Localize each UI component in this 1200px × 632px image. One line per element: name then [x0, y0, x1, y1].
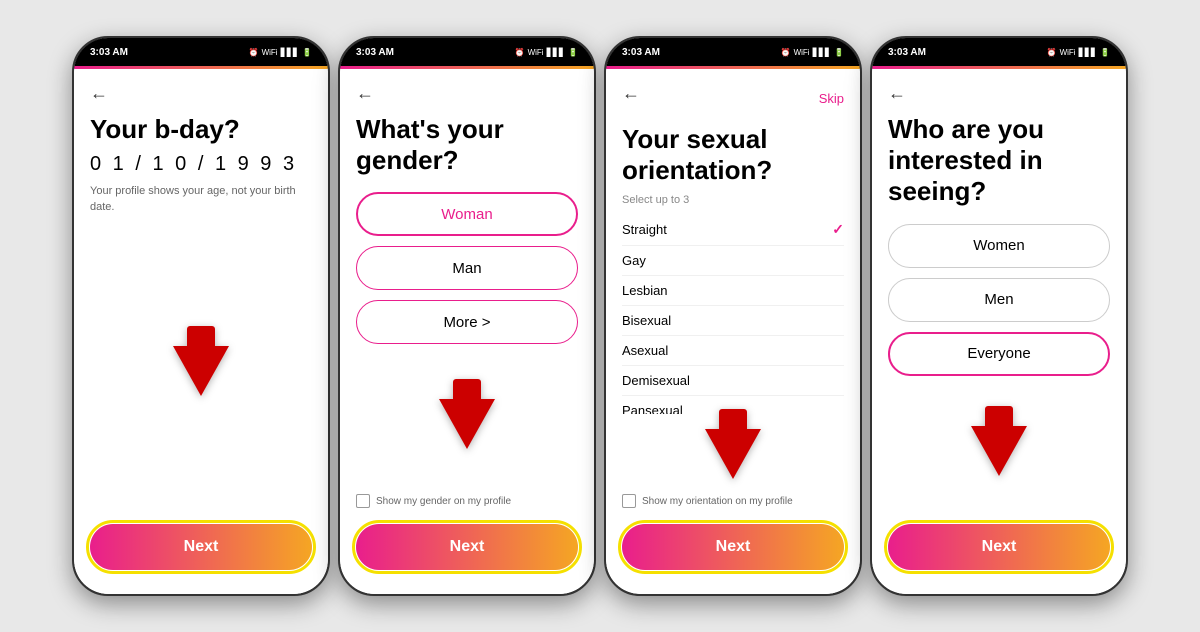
status-time: 3:03 AM: [90, 47, 128, 58]
orientation-label: Bisexual: [622, 313, 671, 328]
phone-screen-gender: 3:03 AM ⏰ WiFi ▋▋▋ 🔋 ← What's your gende…: [340, 38, 594, 594]
signal-icon: ▋▋▋: [1079, 48, 1097, 57]
back-button[interactable]: ←: [888, 83, 1110, 104]
phones-container: 3:03 AM ⏰ WiFi ▋▋▋ 🔋 ← Your b-day? 0 1 /…: [62, 26, 1138, 606]
signal-icon: ▋▋▋: [813, 48, 831, 57]
status-icons: ⏰ WiFi ▋▋▋ 🔋: [515, 48, 578, 57]
battery-icon: 🔋: [834, 48, 844, 57]
next-btn-area: Next: [90, 516, 312, 580]
status-bar: 3:03 AM ⏰ WiFi ▋▋▋ 🔋: [606, 38, 860, 66]
next-btn-area: Next: [888, 516, 1110, 580]
back-button[interactable]: ←: [356, 83, 578, 104]
status-bar: 3:03 AM ⏰ WiFi ▋▋▋ 🔋: [340, 38, 594, 66]
battery-icon: 🔋: [568, 48, 578, 57]
orientation-item-2[interactable]: Lesbian: [622, 276, 844, 306]
orientation-subtitle: Select up to 3: [622, 194, 844, 206]
next-button[interactable]: Next: [356, 524, 578, 570]
orientation-label: Lesbian: [622, 283, 668, 298]
interest-options: Women Men Everyone: [888, 224, 1110, 376]
phone-bday: 3:03 AM ⏰ WiFi ▋▋▋ 🔋 ← Your b-day? 0 1 /…: [72, 36, 330, 596]
signal-icon: ▋▋▋: [281, 48, 299, 57]
orientation-item-0[interactable]: Straight ✓: [622, 214, 844, 246]
phone-orientation: 3:03 AM ⏰ WiFi ▋▋▋ 🔋 ← Skip Your sexual …: [604, 36, 862, 596]
orientation-label: Pansexual: [622, 403, 683, 414]
show-gender-checkbox[interactable]: [356, 494, 370, 508]
arrow-area: [356, 354, 578, 494]
orientation-item-5[interactable]: Demisexual: [622, 366, 844, 396]
phone-screen-orientation: 3:03 AM ⏰ WiFi ▋▋▋ 🔋 ← Skip Your sexual …: [606, 38, 860, 594]
status-time: 3:03 AM: [888, 47, 926, 58]
next-btn-area: Next: [622, 516, 844, 580]
interest-option-2[interactable]: Everyone: [888, 332, 1110, 376]
checkbox-row: Show my orientation on my profile: [622, 494, 844, 508]
wifi-icon: WiFi: [528, 48, 544, 57]
arrow-area: [90, 227, 312, 516]
header-row: ← Skip: [622, 83, 844, 114]
status-bar: 3:03 AM ⏰ WiFi ▋▋▋ 🔋: [74, 38, 328, 66]
screen-title: Who are you interested in seeing?: [888, 114, 1110, 208]
battery-icon: 🔋: [302, 48, 312, 57]
gender-option-1[interactable]: Man: [356, 246, 578, 290]
interest-option-0[interactable]: Women: [888, 224, 1110, 268]
status-time: 3:03 AM: [622, 47, 660, 58]
next-button[interactable]: Next: [622, 524, 844, 570]
next-btn-area: Next: [356, 516, 578, 580]
orientation-item-4[interactable]: Asexual: [622, 336, 844, 366]
screen-content: ← What's your gender? Woman Man More > S…: [340, 69, 594, 594]
orientation-list: Straight ✓ Gay Lesbian Bisexual Asexual …: [622, 214, 844, 414]
next-button[interactable]: Next: [888, 524, 1110, 570]
status-time: 3:03 AM: [356, 47, 394, 58]
phone-gender: 3:03 AM ⏰ WiFi ▋▋▋ 🔋 ← What's your gende…: [338, 36, 596, 596]
screen-content: ← Skip Your sexual orientation? Select u…: [606, 69, 860, 594]
gender-option-2[interactable]: More >: [356, 300, 578, 344]
phone-interested: 3:03 AM ⏰ WiFi ▋▋▋ 🔋 ← Who are you inter…: [870, 36, 1128, 596]
check-icon: ✓: [832, 221, 844, 238]
skip-button[interactable]: Skip: [819, 91, 844, 106]
down-arrow-icon: [173, 346, 229, 396]
status-icons: ⏰ WiFi ▋▋▋ 🔋: [781, 48, 844, 57]
bday-subtitle: Your profile shows your age, not your bi…: [90, 184, 312, 215]
screen-title: What's your gender?: [356, 114, 578, 176]
alarm-icon: ⏰: [781, 48, 791, 57]
gender-options: Woman Man More >: [356, 192, 578, 344]
phone-screen-bday: 3:03 AM ⏰ WiFi ▋▋▋ 🔋 ← Your b-day? 0 1 /…: [74, 38, 328, 594]
status-icons: ⏰ WiFi ▋▋▋ 🔋: [1047, 48, 1110, 57]
wifi-icon: WiFi: [794, 48, 810, 57]
alarm-icon: ⏰: [249, 48, 259, 57]
alarm-icon: ⏰: [1047, 48, 1057, 57]
back-button[interactable]: ←: [90, 83, 312, 104]
status-icons: ⏰ WiFi ▋▋▋ 🔋: [249, 48, 312, 57]
arrow-area: [888, 386, 1110, 516]
wifi-icon: WiFi: [262, 48, 278, 57]
wifi-icon: WiFi: [1060, 48, 1076, 57]
arrow-area: [622, 414, 844, 494]
next-button[interactable]: Next: [90, 524, 312, 570]
signal-icon: ▋▋▋: [547, 48, 565, 57]
down-arrow-icon: [971, 426, 1027, 476]
gender-option-0[interactable]: Woman: [356, 192, 578, 236]
show-gender-label: Show my gender on my profile: [376, 496, 511, 507]
screen-content: ← Who are you interested in seeing? Wome…: [872, 69, 1126, 594]
orientation-label: Straight: [622, 222, 667, 237]
show-orientation-label: Show my orientation on my profile: [642, 496, 793, 507]
orientation-label: Gay: [622, 253, 646, 268]
orientation-item-1[interactable]: Gay: [622, 246, 844, 276]
show-orientation-checkbox[interactable]: [622, 494, 636, 508]
alarm-icon: ⏰: [515, 48, 525, 57]
date-display: 0 1 / 1 0 / 1 9 9 3: [90, 153, 312, 176]
battery-icon: 🔋: [1100, 48, 1110, 57]
back-button[interactable]: ←: [622, 83, 640, 104]
screen-title: Your sexual orientation?: [622, 124, 844, 186]
status-bar: 3:03 AM ⏰ WiFi ▋▋▋ 🔋: [872, 38, 1126, 66]
screen-title: Your b-day?: [90, 114, 312, 145]
orientation-label: Asexual: [622, 343, 668, 358]
interest-option-1[interactable]: Men: [888, 278, 1110, 322]
phone-screen-interested: 3:03 AM ⏰ WiFi ▋▋▋ 🔋 ← Who are you inter…: [872, 38, 1126, 594]
down-arrow-icon: [439, 399, 495, 449]
orientation-label: Demisexual: [622, 373, 690, 388]
screen-content: ← Your b-day? 0 1 / 1 0 / 1 9 9 3 Your p…: [74, 69, 328, 594]
orientation-item-3[interactable]: Bisexual: [622, 306, 844, 336]
checkbox-row: Show my gender on my profile: [356, 494, 578, 508]
down-arrow-icon: [705, 429, 761, 479]
